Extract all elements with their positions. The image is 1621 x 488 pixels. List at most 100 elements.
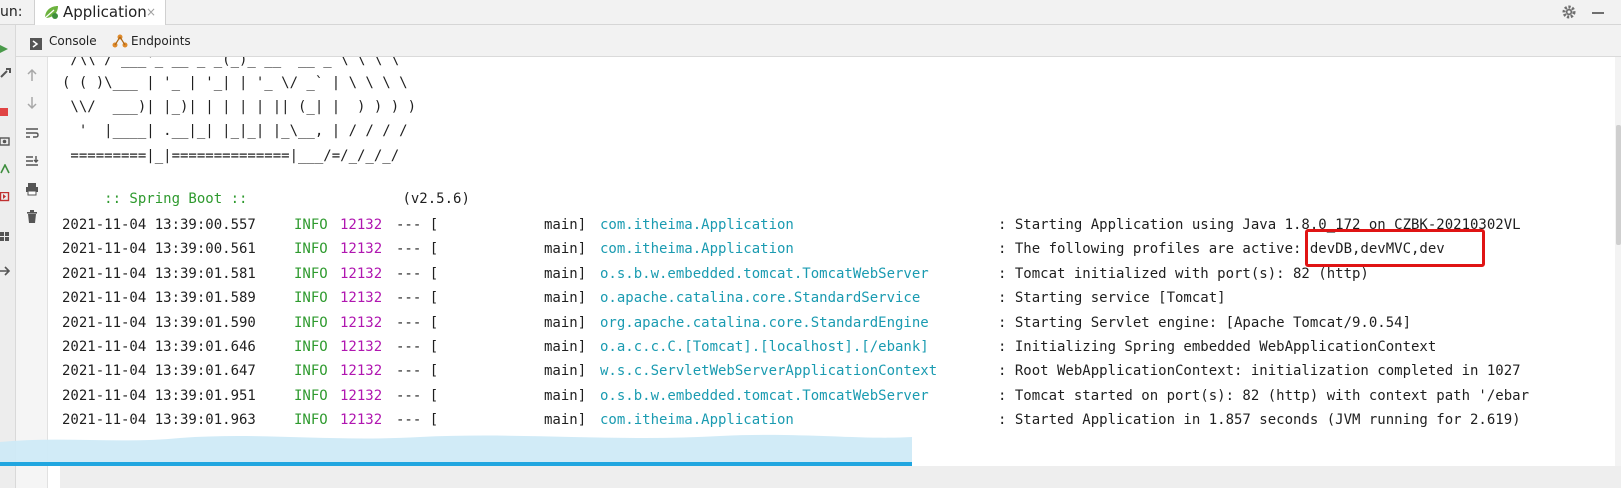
trash-icon[interactable]: [25, 209, 39, 228]
log-thread: main]: [544, 339, 587, 355]
print-icon[interactable]: [25, 181, 39, 200]
debug-icon[interactable]: [0, 159, 12, 174]
highlight-box: [1305, 229, 1485, 267]
log-message: : Tomcat started on port(s): 82 (http) w…: [998, 388, 1530, 404]
banner-line: =========|_|==============|___/=/_/_/_/: [62, 148, 400, 164]
close-icon[interactable]: ×: [146, 5, 156, 19]
log-separator: --- [: [396, 388, 439, 404]
soft-wrap-icon[interactable]: [25, 125, 39, 144]
scrollbar[interactable]: [1615, 57, 1621, 488]
log-separator: --- [: [396, 241, 439, 257]
gear-icon[interactable]: [1561, 4, 1577, 24]
log-level: INFO: [294, 315, 328, 331]
arrow-up-icon[interactable]: [25, 67, 39, 86]
camera-icon[interactable]: [0, 131, 12, 146]
banner-line: ' |____| .__|_| |_|_| |_\__, | / / / /: [62, 123, 408, 139]
console-output[interactable]: /\\ / ___'_ __ _ _(_)_ __ __ _ \ \ \ \ (…: [48, 57, 1615, 488]
run-tab-title: Application: [63, 3, 147, 21]
minimize-icon[interactable]: [1592, 12, 1604, 14]
wrench-icon[interactable]: [0, 63, 12, 78]
banner-line: /\\ / ___'_ __ _ _(_)_ __ __ _ \ \ \ \: [62, 57, 400, 68]
tool-window-tabs: Console Endpoints: [16, 25, 1621, 57]
log-thread: main]: [544, 363, 587, 379]
log-thread: main]: [544, 388, 587, 404]
pin-icon[interactable]: [0, 261, 12, 276]
log-logger[interactable]: org.apache.catalina.core.StandardEngine: [600, 315, 929, 331]
endpoints-icon: [112, 33, 128, 53]
log-separator: --- [: [396, 266, 439, 282]
log-timestamp: 2021-11-04 13:39:01.646: [62, 339, 256, 355]
banner-line: ( ( )\___ | '_ | '_| | '_ \/ _` | \ \ \ …: [62, 75, 408, 91]
log-pid: 12132: [340, 363, 383, 379]
log-thread: main]: [544, 315, 587, 331]
log-level: INFO: [294, 217, 328, 233]
tab-console[interactable]: Console: [28, 25, 108, 56]
log-thread: main]: [544, 412, 587, 428]
tab-endpoints-label: Endpoints: [131, 34, 191, 48]
log-level: INFO: [294, 241, 328, 257]
log-logger[interactable]: com.itheima.Application: [600, 412, 794, 428]
layout-grid-icon[interactable]: [0, 227, 12, 241]
log-timestamp: 2021-11-04 13:39:01.647: [62, 363, 256, 379]
rerun-icon[interactable]: [0, 39, 12, 53]
log-pid: 12132: [340, 339, 383, 355]
stop-icon[interactable]: [0, 103, 12, 116]
log-separator: --- [: [396, 315, 439, 331]
log-level: INFO: [294, 412, 328, 428]
log-level: INFO: [294, 363, 328, 379]
log-timestamp: 2021-11-04 13:39:01.590: [62, 315, 256, 331]
log-message: : Starting service [Tomcat]: [998, 290, 1226, 306]
log-logger[interactable]: o.s.b.w.embedded.tomcat.TomcatWebServer: [600, 266, 929, 282]
log-pid: 12132: [340, 241, 383, 257]
log-timestamp: 2021-11-04 13:39:01.963: [62, 412, 256, 428]
log-level: INFO: [294, 388, 328, 404]
restore-layout-icon[interactable]: [0, 187, 12, 202]
log-logger[interactable]: o.a.c.c.C.[Tomcat].[localhost].[/ebank]: [600, 339, 929, 355]
log-logger[interactable]: w.s.c.ServletWebServerApplicationContext: [600, 363, 937, 379]
arrow-down-icon[interactable]: [25, 95, 39, 114]
log-level: INFO: [294, 339, 328, 355]
log-timestamp: 2021-11-04 13:39:01.951: [62, 388, 256, 404]
log-logger[interactable]: com.itheima.Application: [600, 217, 794, 233]
log-pid: 12132: [340, 315, 383, 331]
log-thread: main]: [544, 266, 587, 282]
banner-line: \\/ ___)| |_)| | | | | || (_| | ) ) ) ): [62, 99, 417, 115]
status-strip: [60, 466, 1621, 488]
tab-console-label: Console: [49, 34, 97, 48]
run-tool-strip: [0, 25, 16, 488]
log-thread: main]: [544, 290, 587, 306]
log-message: : Initializing Spring embedded WebApplic…: [998, 339, 1437, 355]
log-message: : Starting Servlet engine: [Apache Tomca…: [998, 315, 1412, 331]
log-separator: --- [: [396, 412, 439, 428]
run-tab-application[interactable]: Application ×: [34, 0, 166, 25]
log-timestamp: 2021-11-04 13:39:00.557: [62, 217, 256, 233]
log-logger[interactable]: com.itheima.Application: [600, 241, 794, 257]
spring-boot-version: (v2.5.6): [402, 191, 470, 207]
log-timestamp: 2021-11-04 13:39:01.589: [62, 290, 256, 306]
run-toolbar: un: Application ×: [0, 0, 1621, 25]
log-separator: --- [: [396, 217, 439, 233]
log-thread: main]: [544, 217, 587, 233]
log-separator: --- [: [396, 339, 439, 355]
console-icon: [30, 35, 42, 54]
spring-boot-label: :: Spring Boot ::: [95, 191, 248, 207]
log-logger[interactable]: o.apache.catalina.core.StandardService: [600, 290, 920, 306]
log-timestamp: 2021-11-04 13:39:00.561: [62, 241, 256, 257]
spring-leaf-icon: [42, 4, 60, 24]
console-actions: [16, 57, 48, 488]
scroll-to-end-icon[interactable]: [25, 153, 39, 172]
log-pid: 12132: [340, 266, 383, 282]
scrollbar-thumb[interactable]: [1616, 125, 1621, 245]
log-pid: 12132: [340, 388, 383, 404]
log-message: : Started Application in 1.857 seconds (…: [998, 412, 1521, 428]
tab-endpoints[interactable]: Endpoints: [112, 25, 212, 56]
log-timestamp: 2021-11-04 13:39:01.581: [62, 266, 256, 282]
log-message: : Root WebApplicationContext: initializa…: [998, 363, 1521, 379]
log-pid: 12132: [340, 412, 383, 428]
log-level: INFO: [294, 290, 328, 306]
log-level: INFO: [294, 266, 328, 282]
log-thread: main]: [544, 241, 587, 257]
log-separator: --- [: [396, 290, 439, 306]
run-label: un:: [0, 4, 23, 20]
log-logger[interactable]: o.s.b.w.embedded.tomcat.TomcatWebServer: [600, 388, 929, 404]
